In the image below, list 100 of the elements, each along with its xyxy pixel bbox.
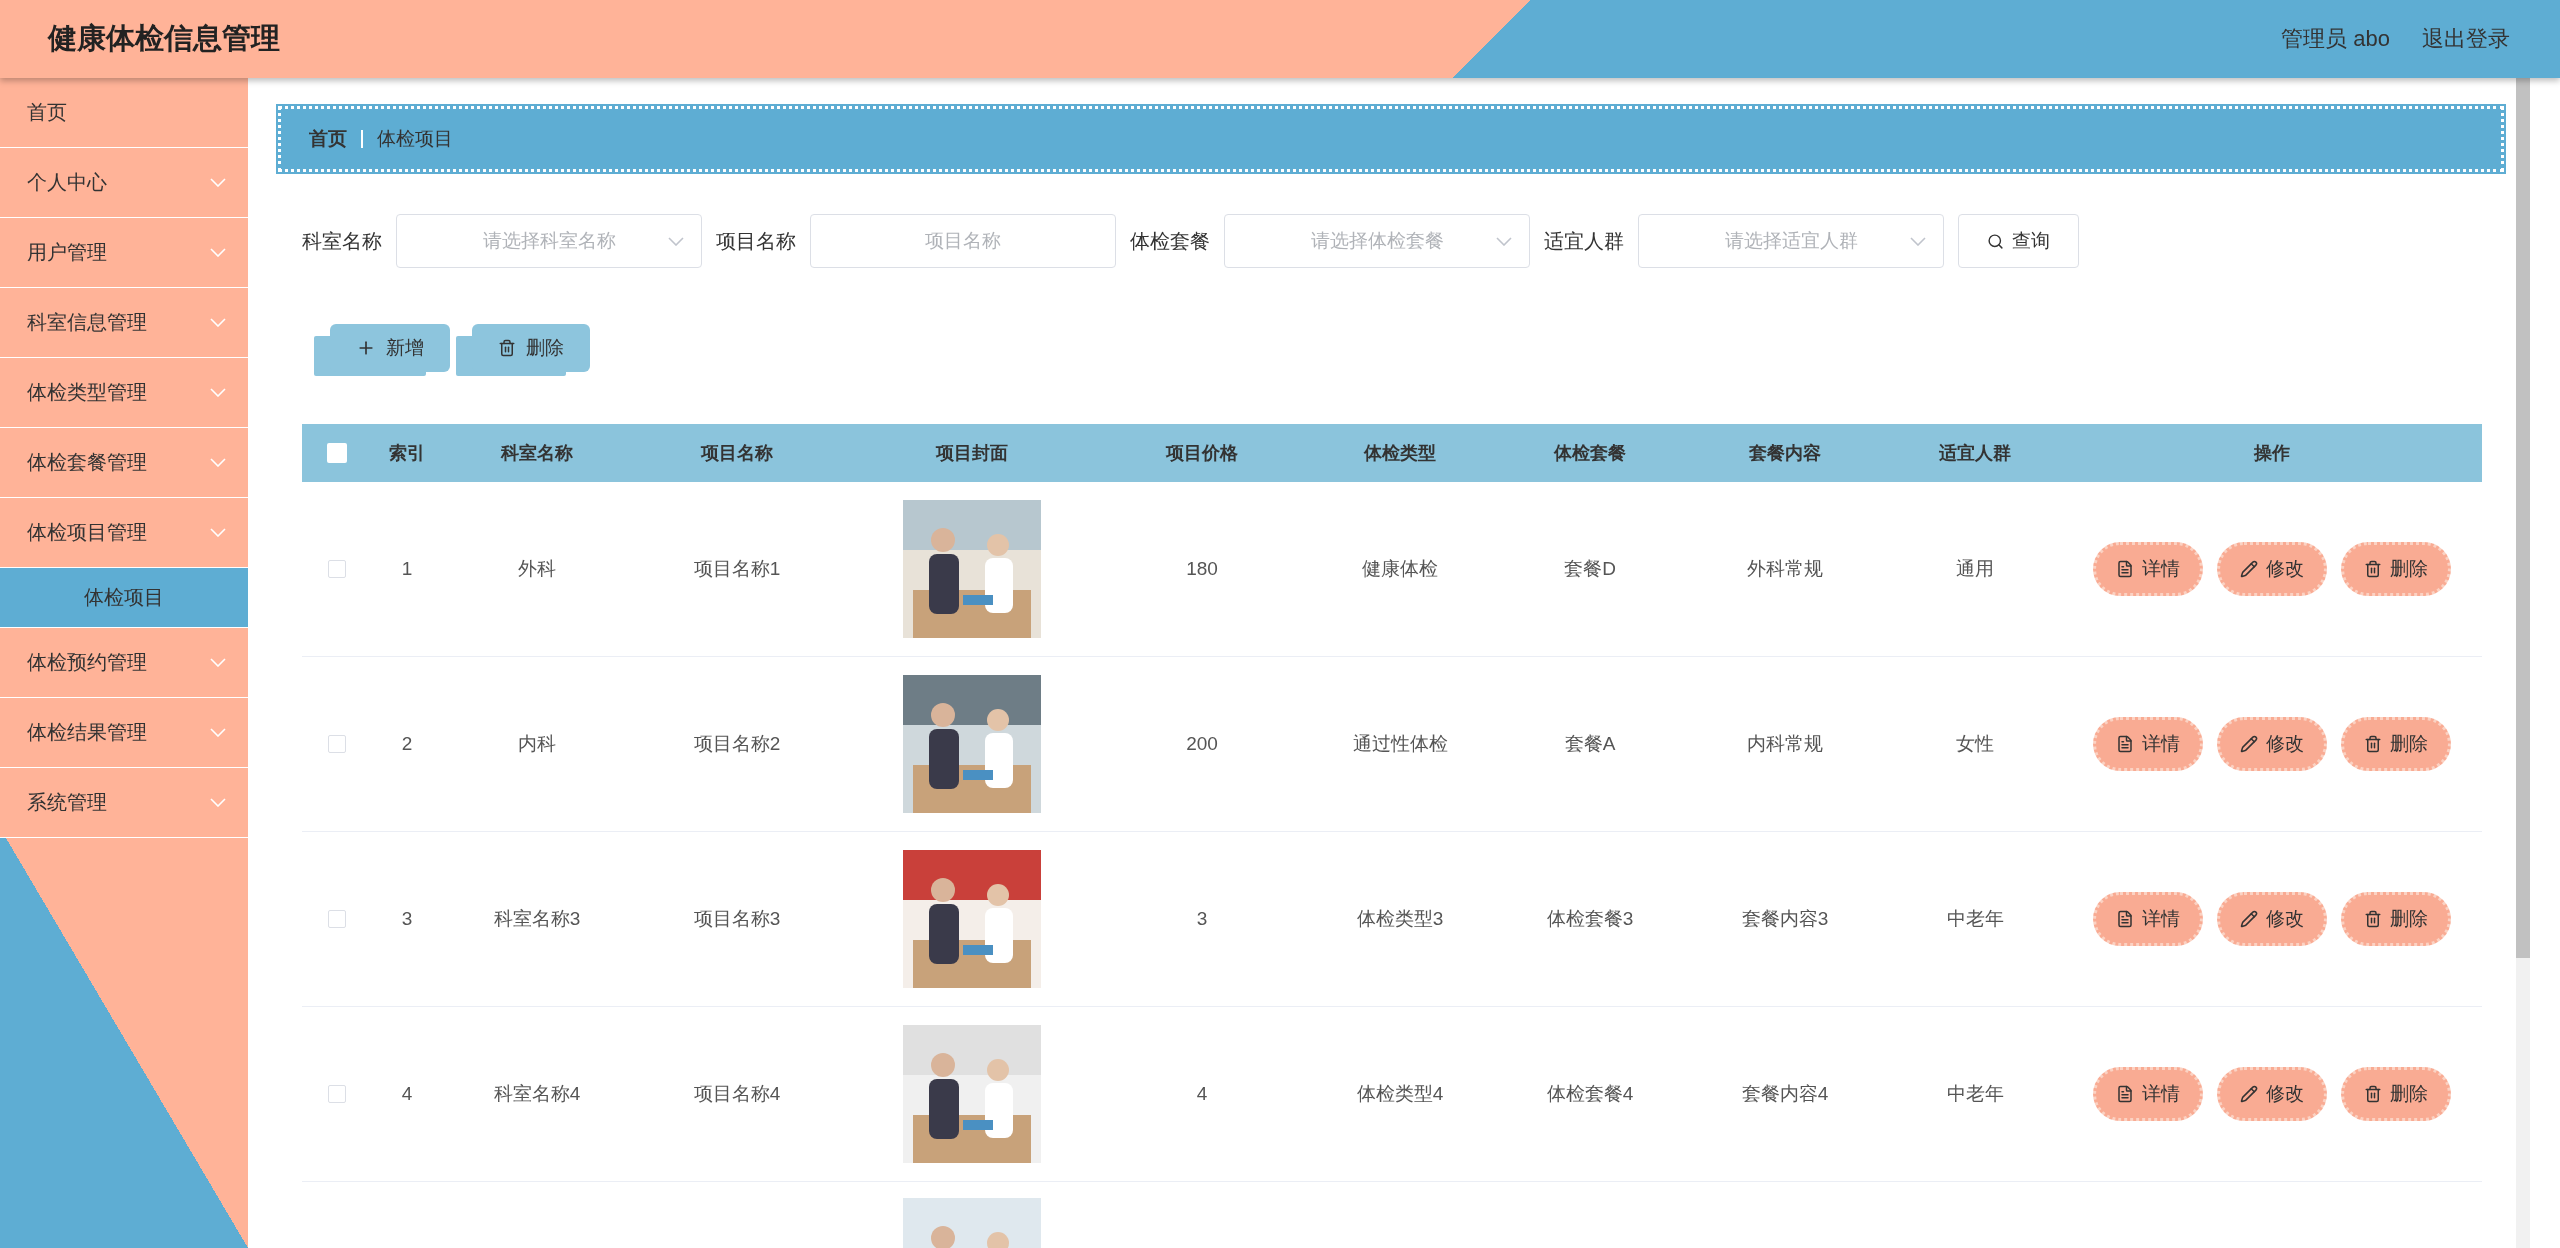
input-field[interactable]: 项目名称 <box>810 214 1116 268</box>
table-cell-text: 200 <box>1185 733 1219 755</box>
chevron-icon <box>210 528 226 537</box>
select-field[interactable]: 请选择体检套餐 <box>1224 214 1530 268</box>
trash-icon <box>2364 1085 2382 1103</box>
trash-icon <box>2364 560 2382 578</box>
table-cell-text: 科室名称4 <box>492 1082 582 1106</box>
table-cell-text: 通用 <box>1955 557 1995 581</box>
table-cell-text: 项目名称4 <box>692 1082 782 1106</box>
chevron-icon <box>210 728 226 737</box>
document-icon <box>2116 735 2134 753</box>
breadcrumb-item: 体检项目 <box>377 127 453 151</box>
trash-icon <box>2364 910 2382 928</box>
table-cell-text: 健康体检 <box>1361 557 1439 581</box>
table-cell-text: 项目名称3 <box>692 907 782 931</box>
row-checkbox[interactable] <box>328 910 346 928</box>
column-header: 项目名称 <box>699 442 774 465</box>
table-cell-text: 180 <box>1185 558 1219 580</box>
column-header: 适宜人群 <box>1938 442 2012 465</box>
search-button[interactable]: 查询 <box>1958 214 2079 268</box>
select-all-checkbox[interactable] <box>327 443 347 463</box>
table-cell-text: 女性 <box>1955 732 1995 756</box>
table-cell-text: 体检套餐3 <box>1545 907 1635 931</box>
table-cell-text: 通过性体检 <box>1351 732 1449 756</box>
app-title: 健康体检信息管理 <box>48 21 280 56</box>
trash-icon <box>498 339 516 357</box>
column-header: 体检类型 <box>1362 442 1437 465</box>
table-cell-text: 3 <box>400 908 414 930</box>
select-field[interactable]: 请选择适宜人群 <box>1638 214 1944 268</box>
filter-label: 项目名称 <box>716 228 796 254</box>
edit-button[interactable]: 修改 <box>2217 542 2327 596</box>
trash-icon <box>2364 735 2382 753</box>
chevron-icon <box>210 318 226 327</box>
table-cell-text: 内科 <box>517 732 557 756</box>
table-cell-text: 项目名称1 <box>692 557 782 581</box>
delete-button[interactable]: 删除 <box>2341 542 2451 596</box>
document-icon <box>2116 1085 2134 1103</box>
row-checkbox[interactable] <box>328 735 346 753</box>
table-cell-text: 中老年 <box>1945 907 2005 931</box>
delete-button[interactable]: 删除 <box>2341 717 2451 771</box>
pencil-icon <box>2240 735 2258 753</box>
table-cell-text: 体检类型4 <box>1355 1082 1445 1106</box>
pencil-icon <box>2240 1085 2258 1103</box>
pencil-icon <box>2240 910 2258 928</box>
table-cell-text: 1 <box>400 558 414 580</box>
chevron-icon <box>210 248 226 257</box>
chevron-icon <box>210 458 226 467</box>
edit-button[interactable]: 修改 <box>2217 892 2327 946</box>
table-cell-text: 外科 <box>517 557 557 581</box>
table-cell-text: 科室名称3 <box>492 907 582 931</box>
table-cell-text: 中老年 <box>1945 1082 2005 1106</box>
table-cell-text: 体检类型3 <box>1355 907 1445 931</box>
edit-button[interactable]: 修改 <box>2217 1067 2327 1121</box>
document-icon <box>2116 910 2134 928</box>
detail-button[interactable]: 详情 <box>2093 717 2203 771</box>
chevron-icon <box>668 237 684 246</box>
filter-label: 科室名称 <box>302 228 382 254</box>
column-header: 体检套餐 <box>1552 442 1627 465</box>
logout-link[interactable]: 退出登录 <box>2422 24 2510 54</box>
column-header: 项目价格 <box>1164 442 1239 465</box>
table-cell-text: 体检套餐4 <box>1545 1082 1635 1106</box>
breadcrumb-item[interactable]: 首页 <box>309 126 347 152</box>
select-field[interactable]: 请选择科室名称 <box>396 214 702 268</box>
table-cell-text: 2 <box>400 733 414 755</box>
table-cell-text: 内科常规 <box>1746 732 1824 756</box>
table-cell-text: 套餐D <box>1563 557 1617 581</box>
edit-button[interactable]: 修改 <box>2217 717 2327 771</box>
chevron-icon <box>1496 237 1512 246</box>
table-cell-text: 套餐内容4 <box>1740 1082 1830 1106</box>
column-header: 操作 <box>2253 442 2291 465</box>
filter-label: 体检套餐 <box>1130 228 1210 254</box>
chevron-icon <box>1910 237 1926 246</box>
detail-button[interactable]: 详情 <box>2093 892 2203 946</box>
document-icon <box>2116 560 2134 578</box>
user-name: 管理员 abo <box>2281 25 2390 53</box>
search-icon <box>1987 232 2004 250</box>
pencil-icon <box>2240 560 2258 578</box>
table-cell-text: 套餐A <box>1563 732 1617 756</box>
delete-button[interactable]: 删除 <box>2341 892 2451 946</box>
column-header: 索引 <box>388 442 426 465</box>
row-checkbox[interactable] <box>328 560 346 578</box>
column-header: 套餐内容 <box>1748 442 1822 465</box>
row-checkbox[interactable] <box>328 1085 346 1103</box>
column-header: 科室名称 <box>499 442 574 465</box>
chevron-icon <box>210 798 226 807</box>
chevron-icon <box>210 388 226 397</box>
delete-button[interactable]: 删除 <box>2341 1067 2451 1121</box>
table-cell-text: 3 <box>1195 908 1209 930</box>
chevron-icon <box>210 658 226 667</box>
filter-label: 适宜人群 <box>1544 228 1624 254</box>
scrollbar[interactable] <box>2516 78 2530 1248</box>
sidebar-subitem[interactable]: 体检项目 <box>0 568 248 628</box>
detail-button[interactable]: 详情 <box>2093 542 2203 596</box>
table-cell-text: 4 <box>400 1083 414 1105</box>
table-cell-text: 4 <box>1195 1083 1209 1105</box>
column-header: 项目封面 <box>934 442 1009 465</box>
detail-button[interactable]: 详情 <box>2093 1067 2203 1121</box>
table-cell-text: 套餐内容3 <box>1740 907 1830 931</box>
table-cell-text: 外科常规 <box>1746 557 1824 581</box>
table-cell-text: 项目名称2 <box>692 732 782 756</box>
